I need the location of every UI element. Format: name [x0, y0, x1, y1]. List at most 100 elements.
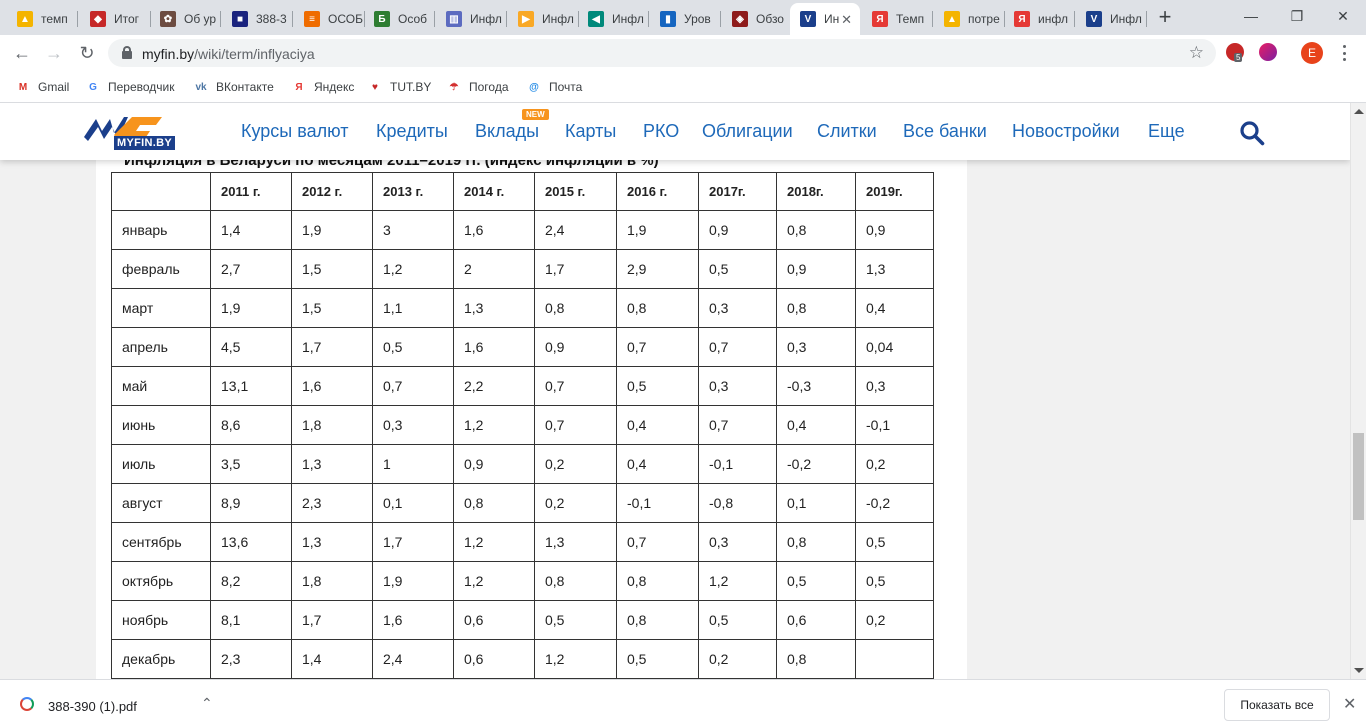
nav-item[interactable]: Облигации [702, 121, 793, 142]
browser-tab[interactable]: ■ 388-3 [222, 3, 293, 35]
tab-title: 388-3 [256, 12, 287, 26]
value-cell: 4,5 [210, 327, 292, 367]
myfin-logo[interactable]: MYFIN.BY [84, 115, 194, 151]
value-cell: 1,9 [210, 288, 292, 328]
value-cell [855, 639, 934, 679]
scrollbar-thumb[interactable] [1353, 433, 1364, 520]
value-cell: 0,8 [616, 600, 699, 640]
scroll-up-arrow-icon[interactable] [1354, 109, 1364, 114]
browser-tab[interactable]: ◈ Обзо [722, 3, 793, 35]
column-header: 2012 г. [291, 172, 373, 211]
moon-extension-icon[interactable] [1259, 43, 1277, 61]
bookmark-yandex[interactable]: Я Яндекс [291, 77, 354, 97]
bookmark-translate[interactable]: G Переводчик [85, 77, 174, 97]
tab-close-icon[interactable]: ✕ [841, 12, 852, 28]
browser-tab[interactable]: ▲ потре [934, 3, 1005, 35]
bookmark-label: Яндекс [314, 80, 355, 94]
nav-item[interactable]: Слитки [817, 121, 877, 142]
value-cell: 1 [372, 444, 454, 484]
nav-item[interactable]: Еще [1148, 121, 1185, 142]
table-row: июнь 8,6 1,8 0,3 1,2 0,7 0,4 0,7 0,4 -0,1 [111, 405, 934, 445]
value-cell: -0,2 [776, 444, 856, 484]
nav-item[interactable]: Кредиты [376, 121, 448, 142]
address-bar[interactable]: myfin.by/wiki/term/inflyaciya ☆ [108, 39, 1216, 67]
browser-tab[interactable]: V Инфл [1076, 3, 1147, 35]
value-cell: 0,9 [776, 249, 856, 289]
tab-title: Инфл [612, 12, 644, 26]
value-cell: 0,7 [534, 405, 617, 445]
bookmark-mail[interactable]: @ Почта [526, 77, 582, 97]
back-button[interactable]: ← [9, 40, 35, 66]
browser-tab[interactable]: ◆ Итог [80, 3, 151, 35]
value-cell: 1,8 [291, 561, 373, 601]
table-row: февраль 2,7 1,5 1,2 2 1,7 2,9 0,5 0,9 1,3 [111, 249, 934, 289]
nav-item[interactable]: Вклады [475, 121, 539, 142]
logo-text: MYFIN.BY [114, 136, 175, 150]
value-cell: 0,8 [534, 561, 617, 601]
nav-item[interactable]: Карты [565, 121, 616, 142]
month-cell: декабрь [111, 639, 211, 679]
browser-tab[interactable]: ▮ Уров [650, 3, 721, 35]
close-window-button[interactable]: ✕ [1320, 0, 1366, 32]
new-tab-button[interactable]: + [1153, 6, 1177, 30]
browser-menu-icon[interactable] [1336, 44, 1352, 62]
reload-button[interactable]: ↻ [74, 40, 100, 66]
browser-tab[interactable]: ▥ Инфл [436, 3, 507, 35]
value-cell: 1,2 [698, 561, 777, 601]
url-path: /wiki/term/inflyaciya [194, 46, 315, 62]
browser-tab[interactable]: ◀ Инфл [578, 3, 649, 35]
nav-item[interactable]: Новостройки [1012, 121, 1120, 142]
bookmark-gmail[interactable]: M Gmail [15, 77, 70, 97]
browser-tab[interactable]: Яинфл [1004, 3, 1075, 35]
value-cell: 0,8 [776, 288, 856, 328]
value-cell: -0,2 [855, 483, 934, 523]
tab-favicon-icon: ▲ [944, 11, 960, 27]
bookmark-label: ВКонтакте [216, 80, 274, 94]
tab-favicon-icon: ▲ [17, 11, 33, 27]
bookmark-label: Погода [469, 80, 509, 94]
value-cell: 2,3 [291, 483, 373, 523]
browser-tab[interactable]: V Ин ✕ [790, 3, 860, 35]
value-cell: 8,1 [210, 600, 292, 640]
bookmark-star-icon[interactable]: ☆ [1189, 43, 1204, 63]
adblock-extension-icon[interactable]: 5 [1226, 43, 1244, 62]
chevron-up-icon[interactable]: ⌃ [201, 695, 213, 712]
nav-item[interactable]: РКО [643, 121, 679, 142]
value-cell: 0,2 [534, 483, 617, 523]
browser-tab[interactable]: ≡ ОСОБ [294, 3, 365, 35]
download-item[interactable]: 388-390 (1).pdf ⌃ [0, 680, 230, 728]
column-header [111, 172, 211, 211]
show-all-downloads-button[interactable]: Показать все [1224, 689, 1330, 721]
browser-tab[interactable]: ▲ темп [7, 3, 78, 35]
restore-button[interactable]: ❐ [1274, 0, 1320, 32]
minimize-button[interactable]: — [1228, 0, 1274, 32]
value-cell: 0,4 [616, 405, 699, 445]
browser-tab[interactable]: ▶ Инфл [508, 3, 579, 35]
browser-tab[interactable]: Б Особ [364, 3, 435, 35]
nav-item[interactable]: Курсы валют [241, 121, 348, 142]
tab-separator [292, 11, 293, 27]
month-cell: март [111, 288, 211, 328]
forward-button[interactable]: → [41, 40, 67, 66]
profile-avatar[interactable]: E [1301, 42, 1323, 64]
table-row: апрель 4,5 1,7 0,5 1,6 0,9 0,7 0,7 0,3 0,04 [111, 327, 934, 367]
scroll-down-arrow-icon[interactable] [1354, 668, 1364, 673]
browser-tab[interactable]: ✿ Об ур [150, 3, 221, 35]
search-icon[interactable] [1239, 120, 1265, 146]
value-cell: 1,6 [453, 327, 535, 367]
tab-title: Обзо [756, 12, 784, 26]
value-cell: 13,1 [210, 366, 292, 406]
tab-favicon-icon: ■ [232, 11, 248, 27]
bookmark-weather[interactable]: ☂ Погода [446, 77, 509, 97]
nav-item[interactable]: Все банки [903, 121, 987, 142]
bookmark-tutby[interactable]: ♥ TUT.BY [367, 77, 431, 97]
tab-separator [1074, 11, 1075, 27]
browser-tab[interactable]: Я Темп [862, 3, 933, 35]
value-cell: 1,2 [453, 522, 535, 562]
column-header: 2014 г. [453, 172, 535, 211]
value-cell: 0,1 [776, 483, 856, 523]
page-scrollbar[interactable] [1350, 103, 1366, 679]
bookmark-vk[interactable]: vk ВКонтакте [193, 77, 274, 97]
close-download-bar-button[interactable]: ✕ [1343, 694, 1356, 714]
value-cell: 0,7 [534, 366, 617, 406]
